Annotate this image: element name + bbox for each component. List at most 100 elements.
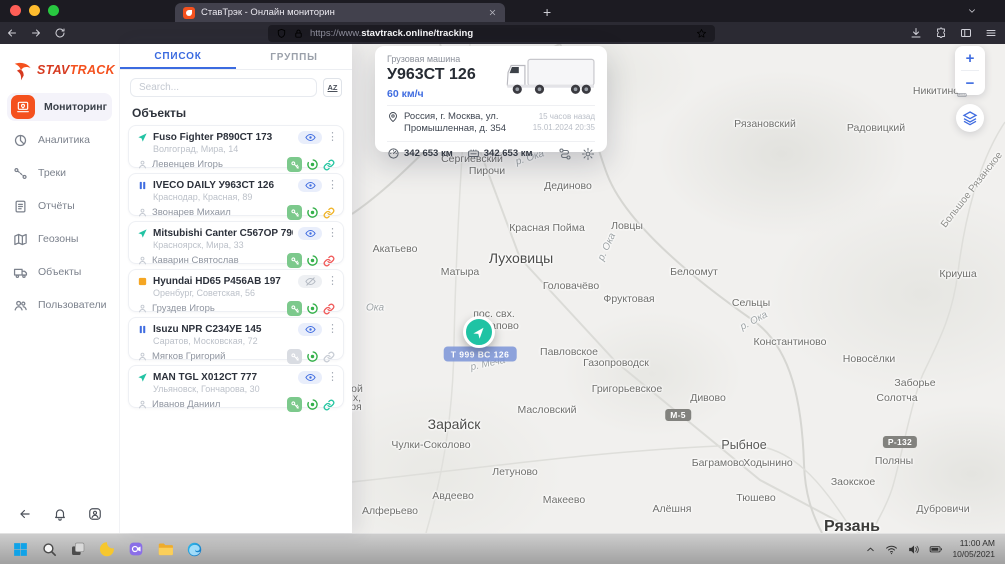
vehicle-marker[interactable] <box>463 316 495 348</box>
key-icon[interactable] <box>287 397 302 412</box>
window-zoom-button[interactable] <box>48 5 59 16</box>
vehicle-card[interactable]: Fuso Fighter Р890СТ 173⋮Волгоград, Мира,… <box>128 125 344 168</box>
download-icon[interactable] <box>910 27 922 39</box>
key-icon[interactable] <box>287 205 302 220</box>
kebab-menu-icon[interactable]: ⋮ <box>327 180 335 191</box>
map-label: Луховицы <box>489 250 553 266</box>
taskbar-chat-icon[interactable] <box>126 539 146 559</box>
profile-icon[interactable] <box>88 507 102 521</box>
connection-link-icon[interactable] <box>323 351 335 363</box>
tab-list-chevron-icon[interactable] <box>967 6 977 16</box>
vehicle-card[interactable]: IVECO DAILY У963СТ 126⋮Краснодар, Красна… <box>128 173 344 216</box>
map-layers-button[interactable] <box>956 104 984 132</box>
window-minimize-button[interactable] <box>29 5 40 16</box>
clock[interactable]: 11:00 AM 10/05/2021 <box>952 538 995 560</box>
browser-tab[interactable]: СтавТрэк - Онлайн мониторин <box>175 3 505 22</box>
taskbar-moon-icon[interactable] <box>97 539 117 559</box>
window-close-button[interactable] <box>10 5 21 16</box>
ignition-status-icon[interactable] <box>306 206 319 219</box>
marker-plate-badge[interactable]: Т 999 ВС 126 <box>444 347 517 362</box>
taskbar-start-icon[interactable] <box>10 539 30 559</box>
map-label: Ходынино <box>743 457 792 469</box>
driver-name: Груздев Игорь <box>152 303 283 314</box>
connection-link-icon[interactable] <box>323 255 335 267</box>
shield-icon[interactable] <box>276 28 287 39</box>
connection-link-icon[interactable] <box>323 159 335 171</box>
vehicle-card[interactable]: Isuzu NPR С234УЕ 145⋮Саратов, Московская… <box>128 317 344 360</box>
ruler-icon[interactable] <box>957 90 967 100</box>
eye-icon[interactable] <box>298 227 322 240</box>
vehicle-address: Саратов, Московская, 72 <box>153 336 335 347</box>
ignition-status-icon[interactable] <box>306 254 319 267</box>
sidebar-item-label: Геозоны <box>38 233 78 245</box>
forward-icon[interactable] <box>30 27 42 39</box>
map-label: Дивово <box>690 392 726 404</box>
tray-battery-icon[interactable] <box>929 542 943 556</box>
url-bar[interactable]: https://www.stavtrack.online/tracking <box>268 25 715 42</box>
key-icon[interactable] <box>287 253 302 268</box>
driver-icon <box>137 351 148 362</box>
eye-icon[interactable] <box>298 323 322 336</box>
key-icon[interactable] <box>287 301 302 316</box>
taskbar-folder-icon[interactable] <box>155 539 175 559</box>
key-icon[interactable] <box>287 349 302 364</box>
bookmark-star-icon[interactable] <box>696 28 707 39</box>
taskbar-search-win-icon[interactable] <box>39 539 59 559</box>
sidebar-toggle-icon[interactable] <box>960 27 972 39</box>
key-icon[interactable] <box>287 157 302 172</box>
gear-icon[interactable] <box>581 147 595 161</box>
screen: СтавТрэк - Онлайн мониторин + https://ww… <box>0 0 1005 564</box>
connection-link-icon[interactable] <box>323 303 335 315</box>
connection-link-icon[interactable] <box>323 399 335 411</box>
kebab-menu-icon[interactable]: ⋮ <box>327 228 335 239</box>
sidebar-item-users[interactable]: Пользователи <box>7 291 112 319</box>
taskbar-taskview-icon[interactable] <box>68 539 88 559</box>
new-tab-button[interactable]: + <box>543 3 551 22</box>
vehicle-card[interactable]: MAN TGL Х012СТ 777⋮Ульяновск, Гончарова,… <box>128 365 344 408</box>
kebab-menu-icon[interactable]: ⋮ <box>327 324 335 335</box>
ignition-status-icon[interactable] <box>306 158 319 171</box>
kebab-menu-icon[interactable]: ⋮ <box>327 132 335 143</box>
connection-link-icon[interactable] <box>323 207 335 219</box>
ignition-status-icon[interactable] <box>306 302 319 315</box>
sidebar-item-monitoring[interactable]: Мониторинг <box>7 93 112 121</box>
extensions-icon[interactable] <box>935 27 947 39</box>
tray-volume-icon[interactable] <box>907 543 920 556</box>
eye-icon[interactable] <box>298 131 322 144</box>
vehicle-card[interactable]: Hyundai HD65 Р456АВ 197⋮Оренбург, Советс… <box>128 269 344 312</box>
collapse-back-icon[interactable] <box>18 507 32 521</box>
route-icon[interactable] <box>558 147 572 161</box>
map-label: Константиново <box>754 336 827 348</box>
sidebar-item-tracks[interactable]: Треки <box>7 159 112 187</box>
sidebar-item-reports[interactable]: Отчёты <box>7 192 112 220</box>
map-label: Рыбное <box>721 438 766 452</box>
tab-list[interactable]: СПИСОК <box>120 45 236 69</box>
reload-icon[interactable] <box>54 27 66 39</box>
ignition-status-icon[interactable] <box>306 398 319 411</box>
sidebar-item-geozones[interactable]: Геозоны <box>7 225 112 253</box>
tab-groups[interactable]: ГРУППЫ <box>236 45 352 69</box>
vehicle-card[interactable]: Mitsubishi Canter С567ОР 790⋮Красноярск,… <box>128 221 344 264</box>
kebab-menu-icon[interactable]: ⋮ <box>327 276 335 287</box>
tab-close-icon[interactable] <box>488 8 497 17</box>
tray-chevron-up-icon[interactable] <box>865 544 876 555</box>
zoom-in-button[interactable]: + <box>955 46 985 70</box>
notifications-bell-icon[interactable] <box>53 507 67 521</box>
eye-icon[interactable] <box>298 371 322 384</box>
eye-icon[interactable] <box>298 179 322 192</box>
eye-off-icon[interactable] <box>298 275 322 288</box>
sort-az-button[interactable]: AZ <box>323 78 342 97</box>
map-label: Ока <box>366 303 384 314</box>
window-controls <box>10 5 59 16</box>
taskbar-edge-icon[interactable] <box>184 539 204 559</box>
map-label: Радовицкий <box>847 122 905 134</box>
search-input[interactable] <box>130 78 317 97</box>
tray-wifi-icon[interactable] <box>885 543 898 556</box>
map-label: Заокское <box>831 476 875 488</box>
menu-icon[interactable] <box>985 27 997 39</box>
sidebar-item-objects[interactable]: Объекты <box>7 258 112 286</box>
back-icon[interactable] <box>6 27 18 39</box>
kebab-menu-icon[interactable]: ⋮ <box>327 372 335 383</box>
sidebar-item-analytics[interactable]: Аналитика <box>7 126 112 154</box>
ignition-status-icon[interactable] <box>306 350 319 363</box>
